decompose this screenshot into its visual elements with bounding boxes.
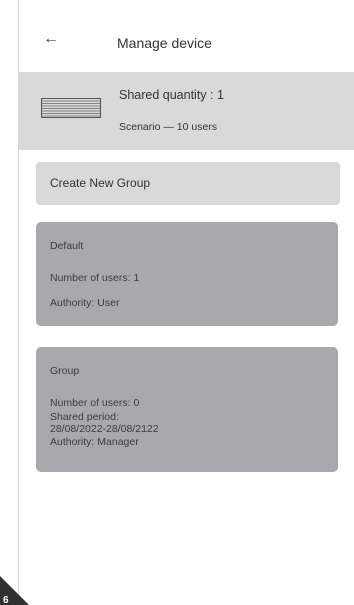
page-title: Manage device [117, 35, 212, 51]
header: ← Manage device [19, 0, 354, 72]
create-new-group-label: Create New Group [50, 176, 151, 190]
group-authority: Authority: User [50, 297, 120, 309]
create-new-group-button[interactable]: Create New Group [36, 162, 340, 205]
shared-period-value: 28/08/2022-28/08/2122 [50, 423, 159, 435]
group-card-default[interactable]: Default Number of users: 1 Authority: Us… [36, 222, 338, 326]
group-name: Default [50, 240, 84, 252]
gate-device-icon [41, 98, 101, 118]
group-users: Number of users: 1 [50, 272, 140, 284]
group-authority: Authority: Manager [50, 436, 139, 448]
device-summary: Shared quantity : 1 Scenario — 10 users [19, 72, 354, 150]
shared-quantity: Shared quantity : 1 [119, 88, 224, 102]
group-users: Number of users: 0 [50, 397, 140, 409]
group-card-group[interactable]: Group Number of users: 0 Shared period: … [36, 347, 338, 472]
back-arrow-icon[interactable]: ← [43, 31, 59, 47]
page-number: 6 [3, 595, 9, 605]
scenario-info: Scenario — 10 users [119, 121, 218, 133]
group-name: Group [50, 365, 80, 377]
app-screen: ← Manage device Shared quantity : 1 Scen… [18, 0, 354, 605]
shared-period-label: Shared period: [50, 411, 119, 423]
